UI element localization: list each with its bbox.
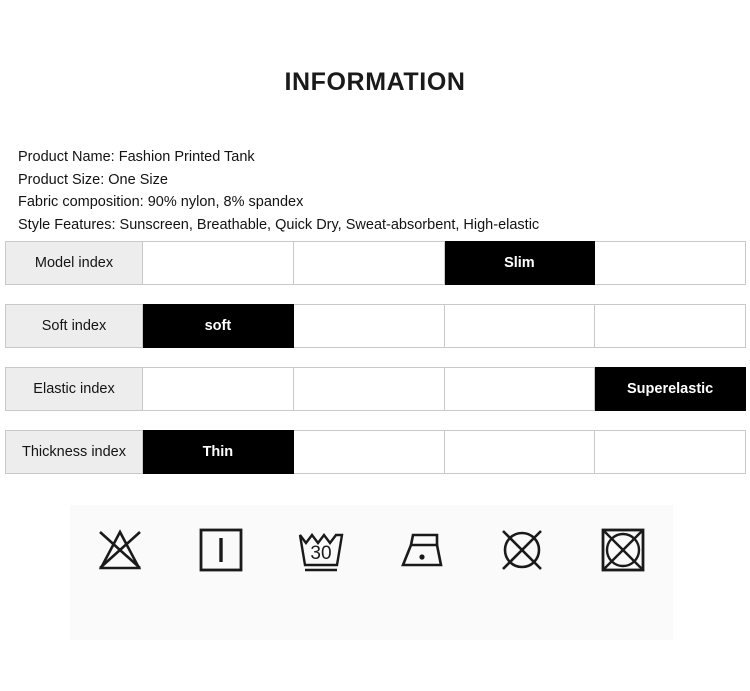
machine-wash-30-icon: 30 <box>290 519 352 581</box>
index-segment <box>293 367 445 411</box>
care-symbols-panel: 30 <box>70 505 673 640</box>
index-segment <box>595 241 746 285</box>
index-row-soft: Soft index soft <box>5 304 746 348</box>
index-segment-active: soft <box>143 304 294 348</box>
wash-temperature-label: 30 <box>311 543 332 564</box>
spec-product-name: Product Name: Fashion Printed Tank <box>18 149 255 165</box>
spec-product-size: Product Size: One Size <box>18 171 168 188</box>
index-label-thickness: Thickness index <box>5 430 143 474</box>
index-label-elastic: Elastic index <box>5 367 143 411</box>
index-segment <box>143 241 294 285</box>
spec-style-features: Style Features: Sunscreen, Breathable, Q… <box>18 216 540 233</box>
do-not-tumble-dry-icon <box>592 519 654 581</box>
index-segment <box>444 304 596 348</box>
index-label-model: Model index <box>5 241 143 285</box>
index-segment <box>595 430 746 474</box>
index-segment <box>293 241 445 285</box>
page-title: INFORMATION <box>284 68 466 96</box>
index-row-thickness: Thickness index Thin <box>5 430 746 474</box>
do-not-bleach-icon <box>89 519 151 581</box>
index-table: Model index Slim Soft index soft Elastic… <box>5 241 746 493</box>
product-spec-list: Product Name: Fashion Printed Tank Produ… <box>18 146 718 236</box>
care-symbols-row: 30 <box>70 519 673 581</box>
index-segment <box>595 304 746 348</box>
index-label-soft: Soft index <box>5 304 143 348</box>
index-segment <box>444 367 596 411</box>
index-segment-active: Superelastic <box>595 367 746 411</box>
index-segment-active: Thin <box>143 430 294 474</box>
drip-dry-icon <box>190 519 252 581</box>
index-row-elastic: Elastic index Superelastic <box>5 367 746 411</box>
iron-low-heat-icon <box>391 519 453 581</box>
index-segment-active: Slim <box>444 241 596 285</box>
index-segment <box>444 430 596 474</box>
spec-fabric-composition: Fabric composition: 90% nylon, 8% spande… <box>18 194 304 210</box>
index-segment <box>293 430 445 474</box>
do-not-dry-clean-icon <box>491 519 553 581</box>
index-segment <box>293 304 445 348</box>
index-segment <box>143 367 294 411</box>
index-row-model: Model index Slim <box>5 241 746 285</box>
